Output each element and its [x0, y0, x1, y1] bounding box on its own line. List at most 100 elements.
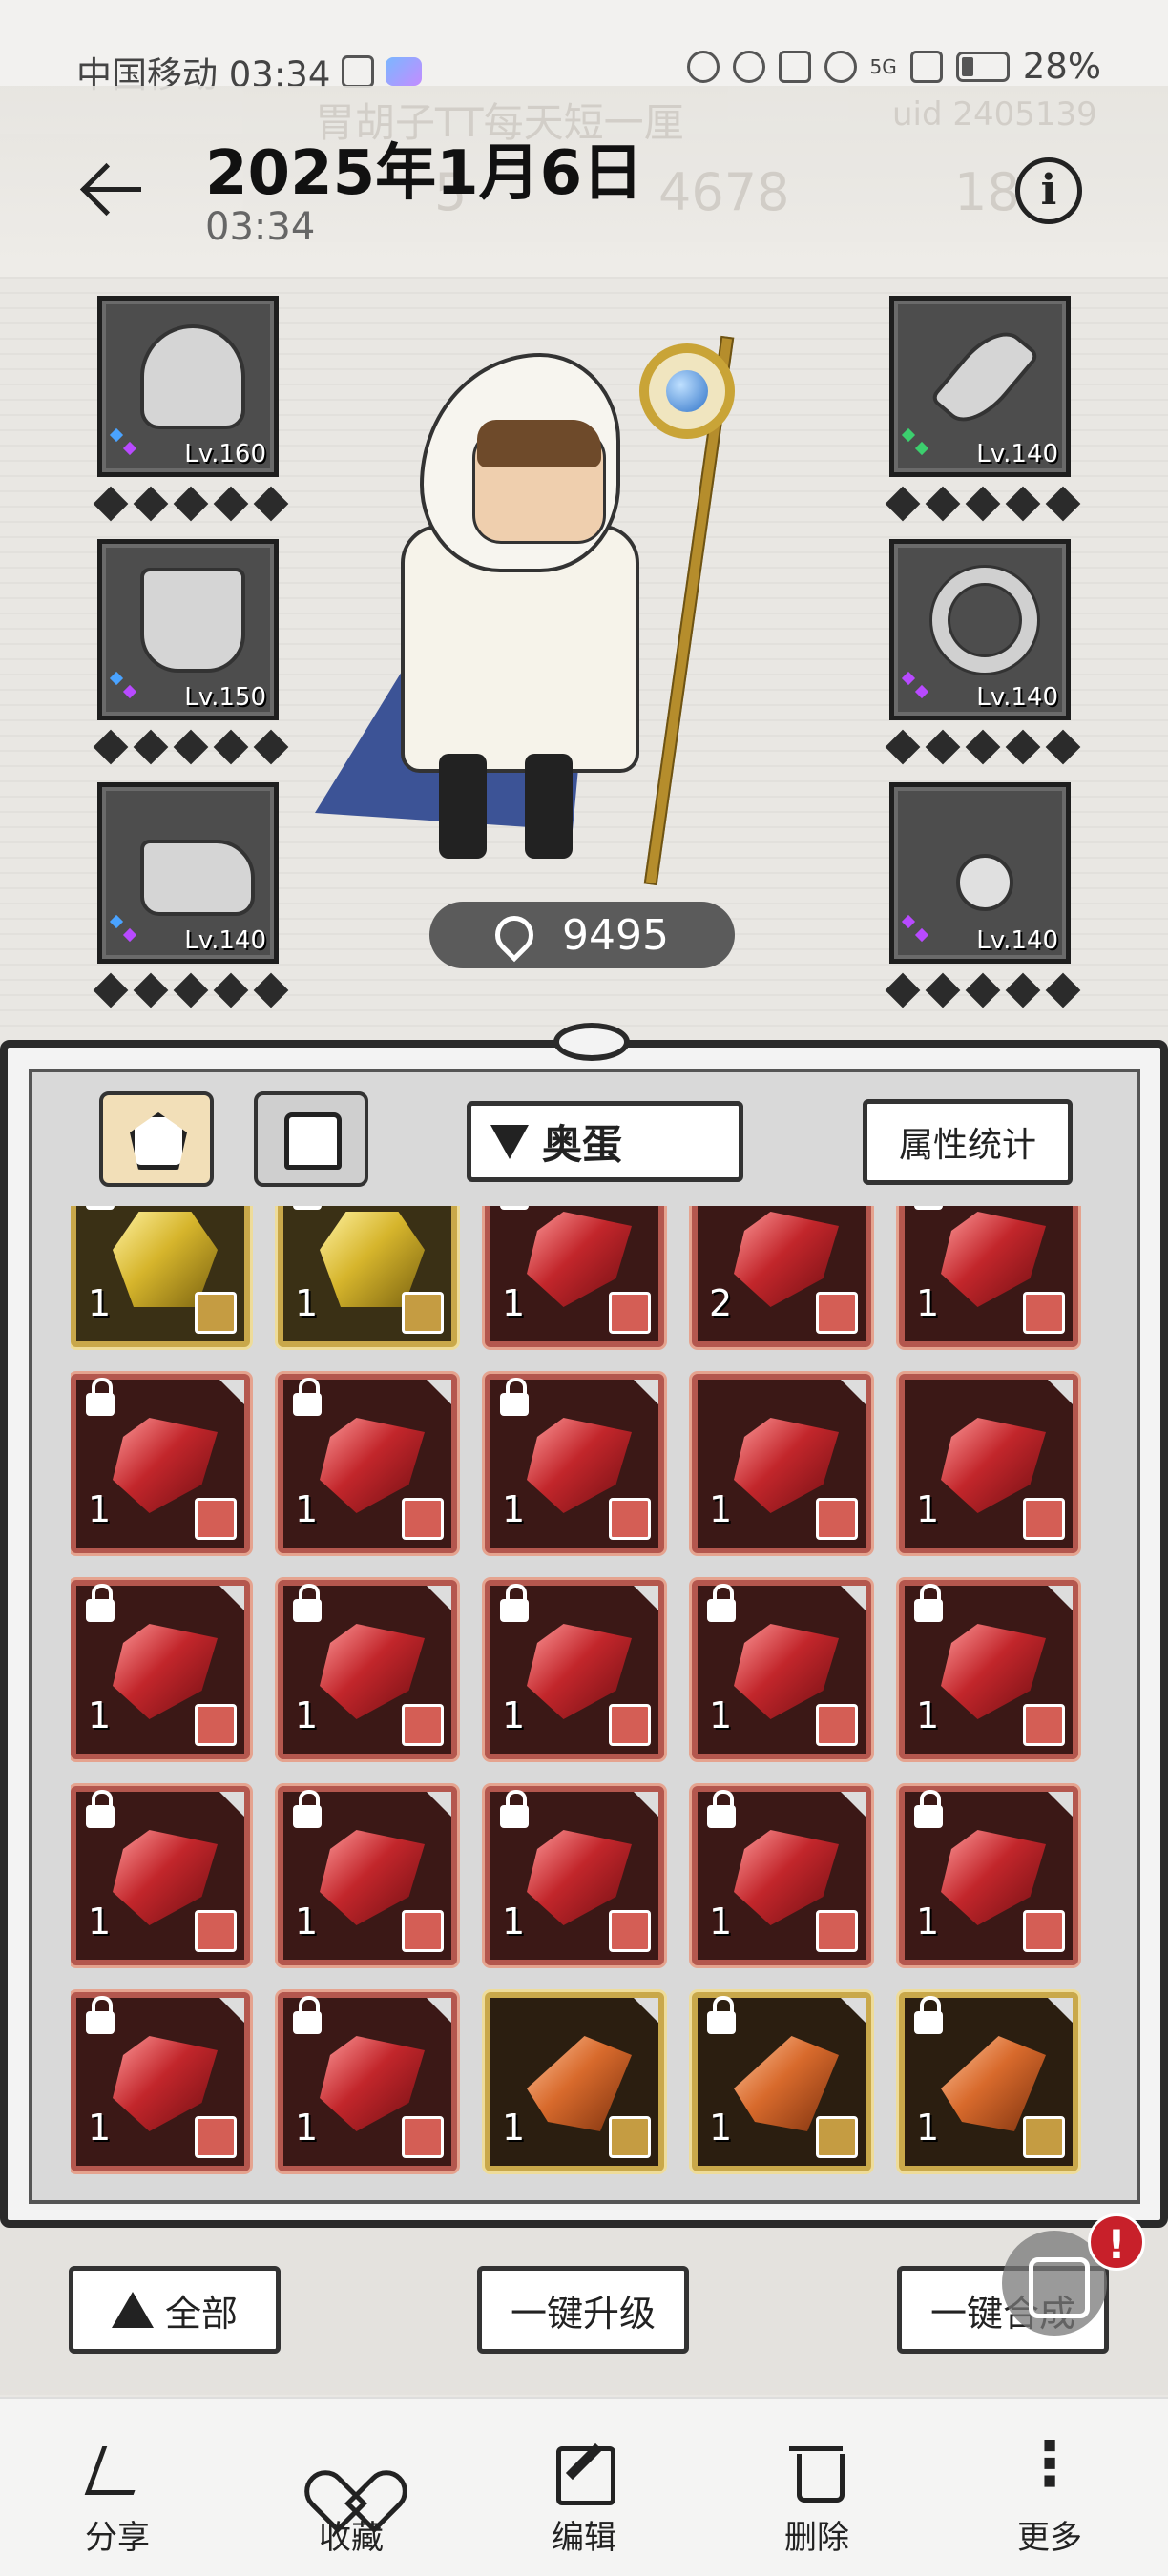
slot-type-icon: [816, 1292, 858, 1334]
gem-dots-icon: [901, 427, 932, 459]
inventory-item[interactable]: 1: [71, 1206, 250, 1347]
inventory-item[interactable]: 1: [692, 1374, 871, 1553]
equip-slot-boots[interactable]: Lv.140: [97, 782, 279, 964]
inventory-item[interactable]: 1: [485, 1786, 664, 1965]
character-hair: [477, 420, 601, 467]
inventory-item[interactable]: 1: [71, 1580, 250, 1759]
battery-icon: [955, 51, 1010, 82]
item-count: 1: [502, 1282, 526, 1324]
star-rating: [93, 972, 289, 1008]
lock-icon: [707, 1996, 736, 2034]
star-rating: [93, 729, 289, 765]
edit-icon: [551, 2437, 617, 2505]
upgrade-all-button[interactable]: 一键升级: [477, 2266, 689, 2354]
equip-slot-ring[interactable]: Lv.140: [889, 539, 1071, 720]
item-count: 1: [502, 2107, 526, 2149]
gem-dots-icon: [901, 914, 932, 945]
corner-marker: [841, 1586, 866, 1610]
slot-type-icon: [402, 1498, 444, 1540]
all-label: 全部: [164, 2292, 238, 2335]
inventory-item[interactable]: 1: [71, 1374, 250, 1553]
inventory-item[interactable]: 1: [692, 1580, 871, 1759]
inventory-item[interactable]: 1: [899, 1206, 1078, 1347]
inventory-item[interactable]: 1: [278, 1206, 457, 1347]
combat-power: 9495: [429, 902, 735, 968]
lock-icon: [707, 1584, 736, 1622]
slot-type-icon: [1023, 1910, 1065, 1952]
equip-slot-horn[interactable]: Lv.140: [889, 296, 1071, 477]
favorite-button[interactable]: 收藏: [275, 2437, 428, 2558]
all-filter-button[interactable]: 全部: [69, 2266, 281, 2354]
item-count: 1: [502, 1694, 526, 1736]
inventory-item[interactable]: 1: [899, 1580, 1078, 1759]
inventory-item[interactable]: 1: [485, 1992, 664, 2171]
inventory-item[interactable]: 1: [71, 1786, 250, 1965]
delete-button[interactable]: 删除: [740, 2437, 893, 2558]
edit-button[interactable]: 编辑: [508, 2437, 660, 2558]
lock-icon: [293, 1790, 322, 1828]
gem-dots-icon: [109, 427, 140, 459]
lock-icon: [86, 1378, 115, 1416]
inventory-item[interactable]: 2: [692, 1206, 871, 1347]
item-count: 1: [88, 2107, 112, 2149]
share-button[interactable]: 分享: [41, 2437, 194, 2558]
equip-slot-hood[interactable]: Lv.160: [97, 296, 279, 477]
inventory-item[interactable]: 1: [692, 1992, 871, 2171]
inventory-item[interactable]: 1: [278, 1580, 457, 1759]
filter-dropdown[interactable]: 奥蛋: [467, 1101, 743, 1182]
ring-icon: [932, 568, 1037, 673]
equip-level: Lv.140: [976, 683, 1058, 712]
inventory-item[interactable]: 1: [485, 1206, 664, 1347]
inventory-panel: 奥蛋 属性统计 1 1 1 2 1 1 1 1 1 1 1 1 1 1 1 1 1 1 1 1 1 1 1 1 1: [0, 1023, 1168, 2228]
slot-type-icon: [609, 1910, 651, 1952]
battery-level: 28%: [1022, 46, 1101, 87]
slot-type-icon: [195, 1292, 237, 1334]
inventory-item[interactable]: 1: [278, 1786, 457, 1965]
lock-icon: [914, 1206, 943, 1210]
page-subtitle: 03:34: [205, 205, 316, 249]
lock-icon: [293, 1206, 322, 1210]
headphones-icon: [732, 50, 765, 83]
inventory-item[interactable]: 1: [485, 1374, 664, 1553]
status-right: 5G 28%: [686, 46, 1101, 87]
slot-type-icon: [195, 2116, 237, 2158]
stats-button[interactable]: 属性统计: [863, 1099, 1073, 1185]
game-assistant-icon: [386, 57, 423, 86]
inventory-item[interactable]: 1: [278, 1992, 457, 2171]
panel-ornament: [553, 1023, 630, 1061]
lock-icon: [500, 1790, 529, 1828]
lock-icon: [500, 1378, 529, 1416]
lock-icon: [293, 1378, 322, 1416]
equip-slot-amulet[interactable]: Lv.140: [889, 782, 1071, 964]
info-button[interactable]: i: [1015, 157, 1082, 224]
item-count: 1: [88, 1488, 112, 1530]
lock-icon: [293, 1584, 322, 1622]
inventory-item[interactable]: 1: [71, 1992, 250, 2171]
inventory-item[interactable]: 1: [899, 1992, 1078, 2171]
slot-type-icon: [816, 1704, 858, 1746]
back-button[interactable]: [74, 153, 151, 229]
slot-type-icon: [1023, 1704, 1065, 1746]
slot-type-icon: [609, 1292, 651, 1334]
more-button[interactable]: 更多: [973, 2429, 1126, 2558]
slot-type-icon: [195, 1704, 237, 1746]
equip-level: Lv.150: [184, 683, 266, 712]
inventory-item[interactable]: 1: [692, 1786, 871, 1965]
slot-type-icon: [1023, 2116, 1065, 2158]
tab-equipment[interactable]: [254, 1091, 368, 1187]
inventory-item[interactable]: 1: [899, 1374, 1078, 1553]
inventory-item[interactable]: 1: [485, 1580, 664, 1759]
inventory-item[interactable]: 1: [899, 1786, 1078, 1965]
item-count: 1: [916, 1488, 940, 1530]
item-count: 1: [88, 1694, 112, 1736]
wifi-icon: [824, 50, 857, 83]
corner-marker: [219, 1380, 244, 1404]
heart-icon: [318, 2437, 385, 2503]
slot-type-icon: [609, 2116, 651, 2158]
equip-level: Lv.140: [976, 440, 1058, 468]
inventory-item[interactable]: 1: [278, 1374, 457, 1553]
item-count: 1: [502, 1901, 526, 1942]
tab-gems[interactable]: [99, 1091, 214, 1187]
equip-slot-cape[interactable]: Lv.150: [97, 539, 279, 720]
item-count: 1: [709, 1901, 733, 1942]
